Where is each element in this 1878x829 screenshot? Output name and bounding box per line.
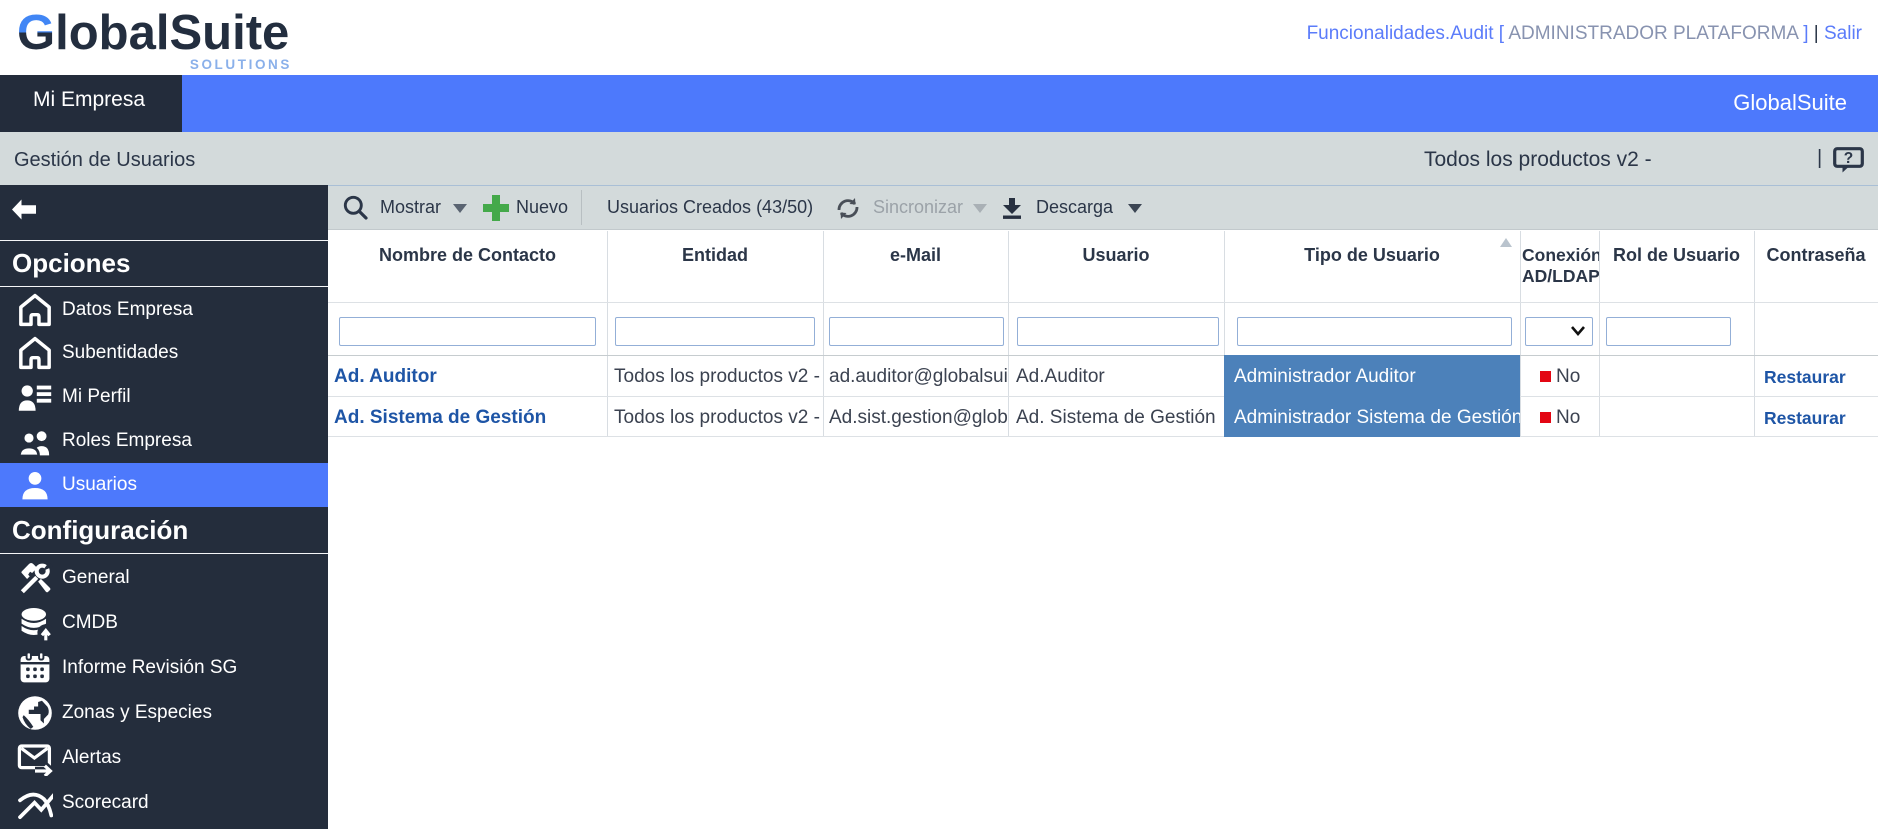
svg-text:?: ?	[1844, 150, 1853, 167]
